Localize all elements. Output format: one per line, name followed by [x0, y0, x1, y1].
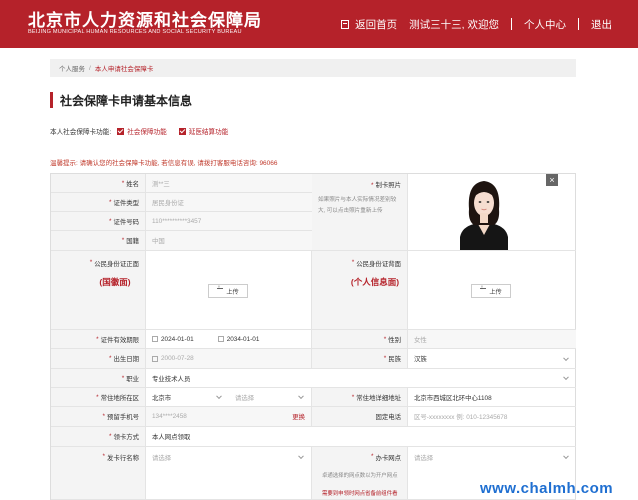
section-title-text: 社会保障卡申请基本信息 [60, 93, 193, 108]
name-field: 测**三 [146, 174, 312, 193]
occupation-select[interactable]: 专业技术人员 [146, 369, 576, 388]
id-front-side: (国徽面) [99, 277, 131, 287]
breadcrumb-separator: / [89, 64, 91, 72]
gender-label: * 性别 [312, 330, 408, 349]
portrait-image [453, 175, 514, 250]
card-photo[interactable] [410, 175, 557, 250]
issuing-bank-select[interactable]: 请选择 [146, 447, 312, 500]
calendar-icon [217, 336, 224, 342]
title-accent-bar [50, 92, 53, 108]
site-title: 北京市人力资源和社会保障局 [28, 11, 262, 30]
social-security-checkbox[interactable] [117, 127, 125, 135]
id-back-side: (个人信息面) [350, 277, 400, 287]
service-point-hint: 卓通选择的网点数以为开户网点 [322, 473, 398, 479]
id-type-label: * 证件类型 [51, 193, 146, 212]
header-nav: 返回首页 测试三十三, 欢迎您 个人中心 退出 [341, 0, 612, 48]
pickup-label: * 领卡方式 [51, 427, 146, 447]
ethnicity-select[interactable]: 汉族 [408, 349, 576, 369]
nav-separator [578, 18, 579, 30]
occupation-label: * 职业 [51, 369, 146, 388]
validity-start[interactable]: 2024-01-01 [161, 336, 194, 343]
id-front-label: * 公民身份证正面 [51, 251, 146, 330]
landline-label: 固定电话 [312, 407, 408, 427]
card-photo-hint: 如果照片与本人实际情况差别较大, 可以点击照片重新上传 [318, 197, 397, 214]
id-back-label: * 公民身份证背面 [312, 251, 408, 330]
phone-label: * 预留手机号 [51, 407, 146, 427]
upload-icon [480, 285, 487, 294]
id-front-upload-button[interactable]: 上传 [208, 284, 248, 298]
breadcrumb-current: 本人申请社会保障卡 [94, 66, 154, 73]
id-type-field: 居民身份证 [146, 193, 312, 212]
landline-input[interactable]: 区号-xxxxxxxx 例: 010-12345678 [408, 407, 576, 427]
card-function-row: 本人社会保障卡功能: 社会保障功能 延医结算功能 [50, 126, 228, 136]
site-watermark: www.chalmh.com [480, 480, 614, 497]
chevron-down-icon [563, 354, 569, 361]
nationality-field: 中国 [146, 231, 312, 251]
welcome-text: 测试三十三, 欢迎您 [409, 18, 499, 31]
birth-date-field: 2000-07-28 [146, 349, 312, 369]
site-header: 北京市人力资源和社会保障局 BEIJING MUNICIPAL HUMAN RE… [0, 0, 638, 48]
section-title: 社会保障卡申请基本信息 [50, 92, 192, 108]
card-function-label: 本人社会保障卡功能: [50, 129, 112, 136]
social-security-option: 社会保障功能 [127, 129, 167, 136]
ethnicity-label: * 民族 [312, 349, 408, 369]
id-back-upload-button[interactable]: 上传 [471, 284, 511, 298]
service-point-note: 需要到申领时网点省备前组件看 [322, 491, 398, 497]
gender-field: 女性 [408, 330, 576, 349]
upload-icon [217, 285, 224, 294]
breadcrumb: 个人服务 / 本人申请社会保障卡 [50, 59, 576, 77]
residence-district-select[interactable]: 请选择 [229, 388, 312, 407]
calendar-icon [152, 355, 158, 362]
validity-end[interactable]: 2034-01-01 [227, 336, 260, 343]
home-icon [341, 19, 350, 29]
residence-address-input[interactable]: 北京市西城区北环中心1108 [408, 388, 576, 407]
change-phone-link[interactable]: 更换 [292, 412, 305, 421]
nav-separator [511, 18, 512, 30]
warm-tip: 温馨提示: 请确认您的社会保障卡功能, 若信息有误, 请拨打客服电话咨询: 96… [50, 160, 278, 167]
pickup-field[interactable]: 本人网点领取 [146, 427, 576, 447]
residence-city-select[interactable]: 北京市 [146, 388, 229, 407]
logout-link[interactable]: 退出 [591, 17, 612, 32]
chevron-down-icon [298, 393, 304, 400]
chevron-down-icon [563, 453, 569, 460]
chevron-down-icon [216, 393, 222, 400]
personal-center-link[interactable]: 个人中心 [524, 17, 566, 32]
id-number-field: 110**********3457 [146, 212, 312, 231]
breadcrumb-root[interactable]: 个人服务 [59, 63, 85, 73]
residence-address-label: * 常住地详细地址 [312, 388, 408, 407]
validity-field: 2024-01-01 2034-01-01 [146, 330, 312, 349]
id-number-label: * 证件号码 [51, 212, 146, 231]
nationality-label: * 国籍 [51, 231, 146, 251]
name-label: * 姓名 [51, 174, 146, 193]
calendar-icon [152, 336, 158, 342]
validity-label: * 证件有效期限 [51, 330, 146, 349]
home-link[interactable]: 返回首页 [355, 17, 397, 32]
card-photo-label: * 制卡照片 如果照片与本人实际情况差别较大, 可以点击照片重新上传 [312, 174, 408, 251]
residence-area-label: * 常住地所在区 [51, 388, 146, 407]
chevron-down-icon [298, 453, 304, 460]
birth-date-label: * 出生日期 [51, 349, 146, 369]
settlement-checkbox[interactable] [178, 127, 186, 135]
site-subtitle: BEIJING MUNICIPAL HUMAN RESOURCES AND SO… [28, 29, 242, 35]
chevron-down-icon [563, 374, 569, 381]
settlement-option: 延医结算功能 [188, 129, 229, 136]
close-icon[interactable]: × [546, 174, 558, 186]
phone-field: 134****2458 更换 [146, 407, 312, 427]
issuing-bank-label: * 发卡行名称 [51, 447, 146, 500]
